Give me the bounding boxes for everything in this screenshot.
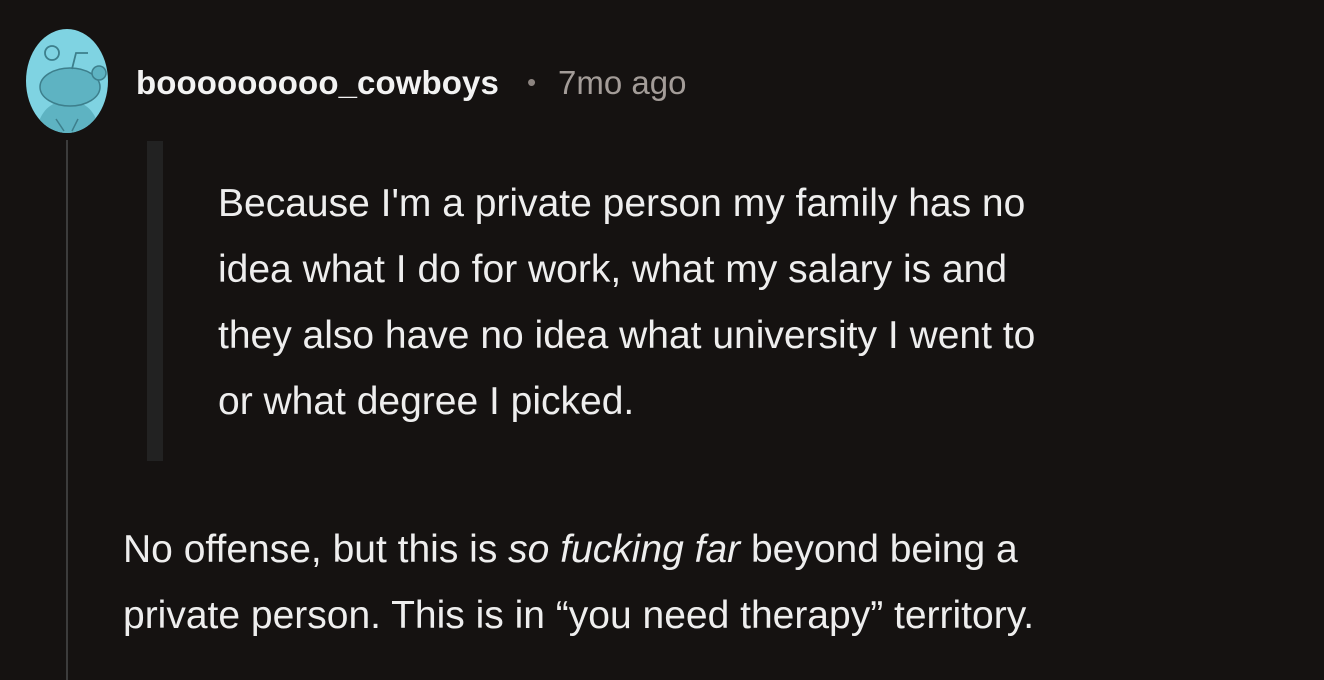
body-text: beyond being a [740,528,1018,571]
timestamp[interactable]: 7mo ago [558,64,686,102]
body-text: private person. This is in “you need the… [123,594,1035,637]
quote-line: idea what I do for work, what my salary … [218,248,1008,291]
snoo-avatar-icon [26,29,108,133]
avatar[interactable] [26,29,108,133]
comment-body: No offense, but this is so fucking far b… [123,517,1313,649]
body-text: No offense, but this is [123,528,509,571]
blockquote-text: Because I'm a private person my family h… [218,171,1298,435]
thread-line[interactable] [66,140,68,680]
comment-header: booooooooo_cowboys • 7mo ago [136,60,686,106]
quote-line: Because I'm a private person my family h… [218,182,1026,225]
body-italic-text: so fucking far [508,528,741,571]
blockquote-bar [147,141,163,461]
meta-separator: • [526,66,537,97]
username-link[interactable]: booooooooo_cowboys [136,64,499,102]
quote-line: or what degree I picked. [218,380,635,423]
quote-line: they also have no idea what university I… [218,314,1036,357]
